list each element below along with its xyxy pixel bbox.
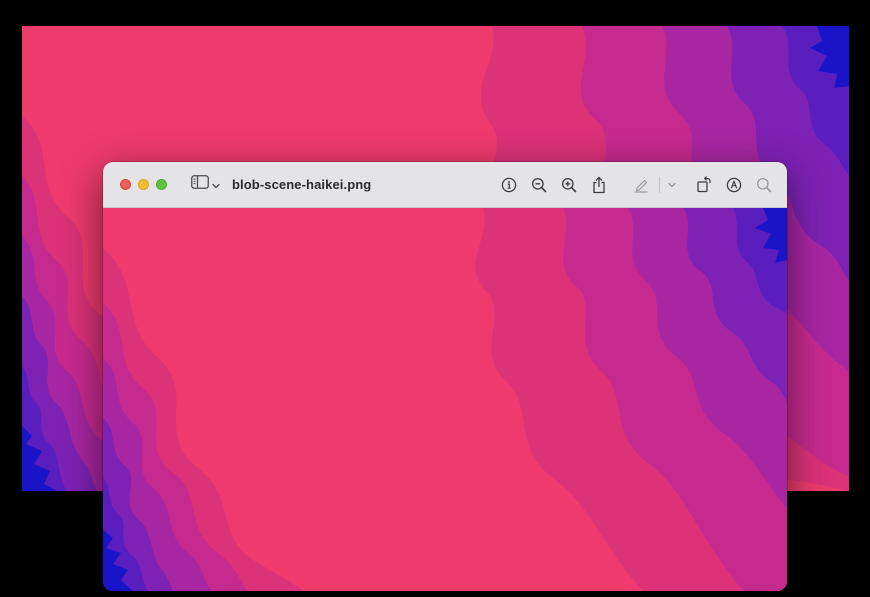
toolbar-divider xyxy=(659,176,660,193)
search-button[interactable] xyxy=(749,171,779,199)
highlighter-icon xyxy=(633,177,649,193)
share-icon xyxy=(592,176,606,194)
window-title: blob-scene-haikei.png xyxy=(232,177,372,192)
zoom-in-icon xyxy=(561,177,577,193)
markup-pen-icon xyxy=(726,177,742,193)
traffic-lights xyxy=(120,179,167,190)
zoom-out-icon xyxy=(531,177,547,193)
rotate-button[interactable] xyxy=(689,171,719,199)
sidebar-toggle-button[interactable] xyxy=(191,173,220,197)
sidebar-icon xyxy=(191,175,209,194)
info-icon xyxy=(501,177,517,193)
zoom-in-button[interactable] xyxy=(554,171,584,199)
close-window-button[interactable] xyxy=(120,179,131,190)
search-icon xyxy=(756,177,772,193)
toolbar xyxy=(494,162,787,207)
title-bar: blob-scene-haikei.png xyxy=(103,162,787,208)
rotate-icon xyxy=(696,176,712,193)
chevron-down-icon xyxy=(668,182,676,188)
info-button[interactable] xyxy=(494,171,524,199)
zoom-window-button[interactable] xyxy=(156,179,167,190)
zoom-out-button[interactable] xyxy=(524,171,554,199)
share-button[interactable] xyxy=(584,171,614,199)
minimize-window-button[interactable] xyxy=(138,179,149,190)
chevron-down-icon xyxy=(212,176,220,194)
preview-window: blob-scene-haikei.png xyxy=(103,162,787,591)
markup-button[interactable] xyxy=(719,171,749,199)
highlight-menu-button[interactable] xyxy=(663,171,681,199)
image-canvas xyxy=(103,208,787,591)
highlight-button[interactable] xyxy=(626,171,656,199)
